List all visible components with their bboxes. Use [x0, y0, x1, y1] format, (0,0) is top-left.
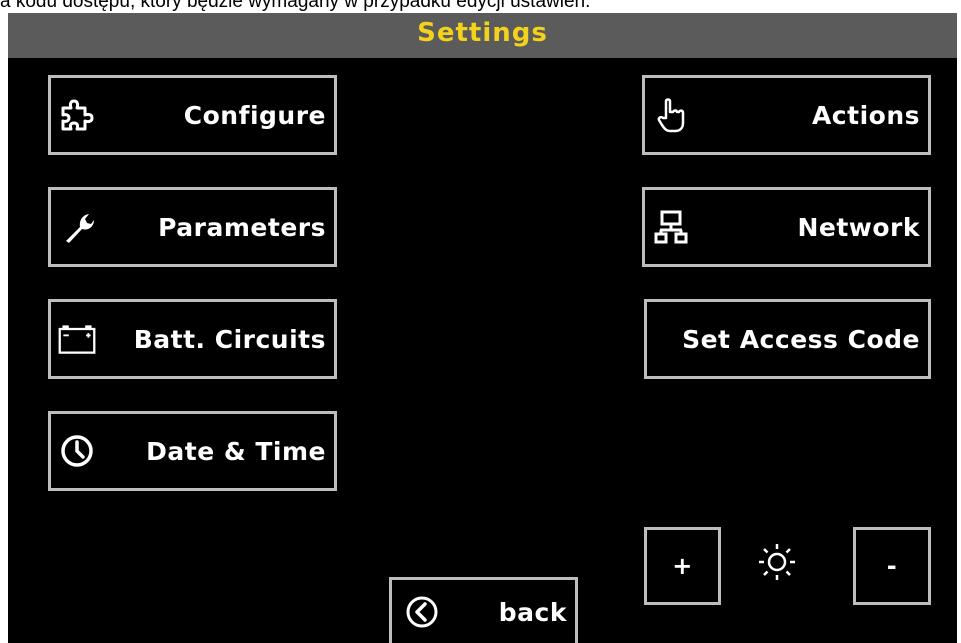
actions-label: Actions	[811, 100, 920, 130]
parameters-button[interactable]: Parameters	[48, 187, 337, 267]
document-text: a kodu dostępu, który będzie wymagany w …	[0, 0, 591, 12]
network-button[interactable]: Network	[642, 187, 931, 267]
page-title: Settings	[417, 18, 548, 48]
settings-screen: Settings Configure Parameters Batt. Circ…	[8, 13, 957, 643]
batt-circuits-label: Batt. Circuits	[133, 324, 326, 354]
parameters-label: Parameters	[158, 212, 326, 242]
sun-icon	[753, 538, 801, 586]
brightness-increase-label: +	[672, 552, 693, 580]
back-arrow-circle-icon	[402, 592, 442, 632]
set-access-code-label: Set Access Code	[682, 324, 920, 354]
configure-button[interactable]: Configure	[48, 75, 337, 155]
brightness-increase-button[interactable]: +	[644, 527, 721, 605]
clock-icon	[57, 431, 97, 471]
brightness-decrease-button[interactable]: -	[853, 527, 931, 605]
puzzle-icon	[57, 95, 97, 135]
back-label: back	[498, 597, 567, 627]
page: a kodu dostępu, który będzie wymagany w …	[0, 0, 961, 643]
back-button[interactable]: back	[389, 577, 578, 643]
date-time-label: Date & Time	[146, 436, 326, 466]
wrench-icon	[57, 207, 97, 247]
brightness-decrease-label: -	[886, 552, 898, 580]
network-label: Network	[797, 212, 920, 242]
batt-circuits-button[interactable]: Batt. Circuits	[48, 299, 337, 379]
network-icon	[651, 207, 691, 247]
actions-button[interactable]: Actions	[642, 75, 931, 155]
hand-pointer-icon	[651, 95, 691, 135]
set-access-code-button[interactable]: Set Access Code	[644, 299, 931, 379]
date-time-button[interactable]: Date & Time	[48, 411, 337, 491]
configure-label: Configure	[183, 100, 326, 130]
title-bar: Settings	[8, 13, 957, 58]
battery-icon	[57, 319, 97, 359]
